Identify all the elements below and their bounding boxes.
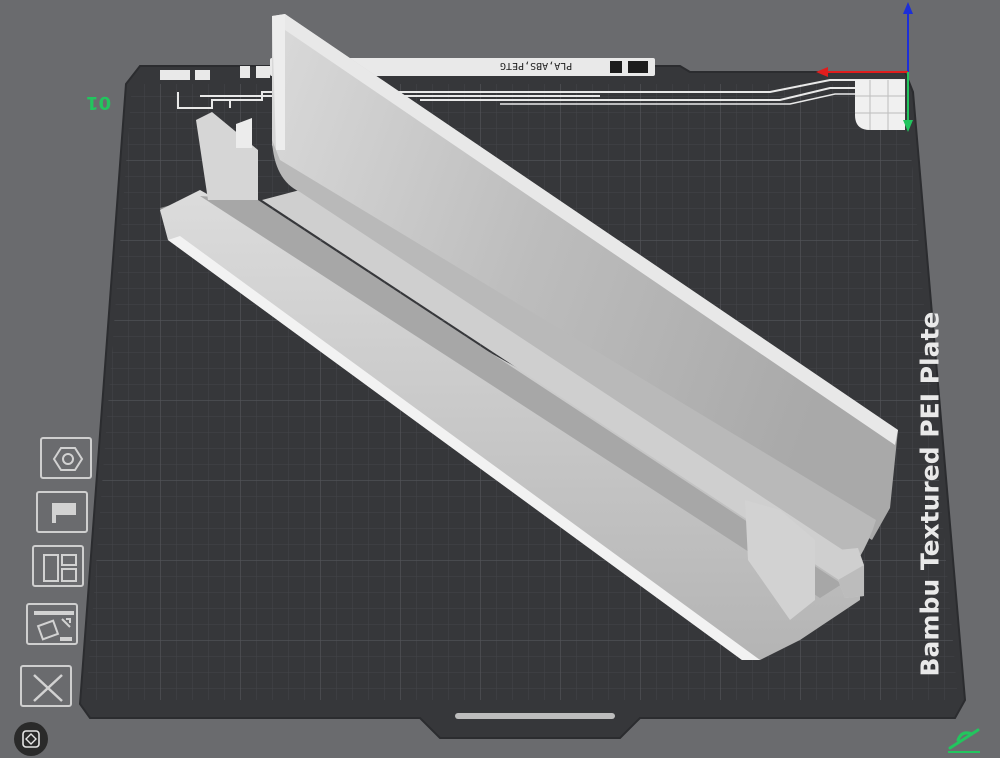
close-button[interactable]	[20, 665, 72, 707]
extruder-button[interactable]	[36, 491, 88, 533]
filament-button[interactable]	[40, 437, 92, 479]
filament-icon	[52, 447, 84, 471]
view-reset-button[interactable]	[14, 722, 48, 756]
plate-name: Bambu Textured PEI Plate	[915, 311, 945, 677]
close-icon	[33, 674, 63, 702]
arrange-icon	[43, 554, 77, 582]
plate-filament-label: PLA,ABS,PETG	[500, 60, 573, 71]
extruder-icon	[52, 503, 76, 523]
view-cube-icon	[22, 730, 40, 748]
3d-viewport[interactable]	[0, 0, 1000, 758]
auto-orient-icon	[34, 611, 74, 641]
auto-orient-button[interactable]	[26, 603, 78, 645]
arrange-button[interactable]	[32, 545, 84, 587]
plate-number: 01	[86, 92, 112, 113]
slicer-logo-icon	[948, 728, 980, 753]
